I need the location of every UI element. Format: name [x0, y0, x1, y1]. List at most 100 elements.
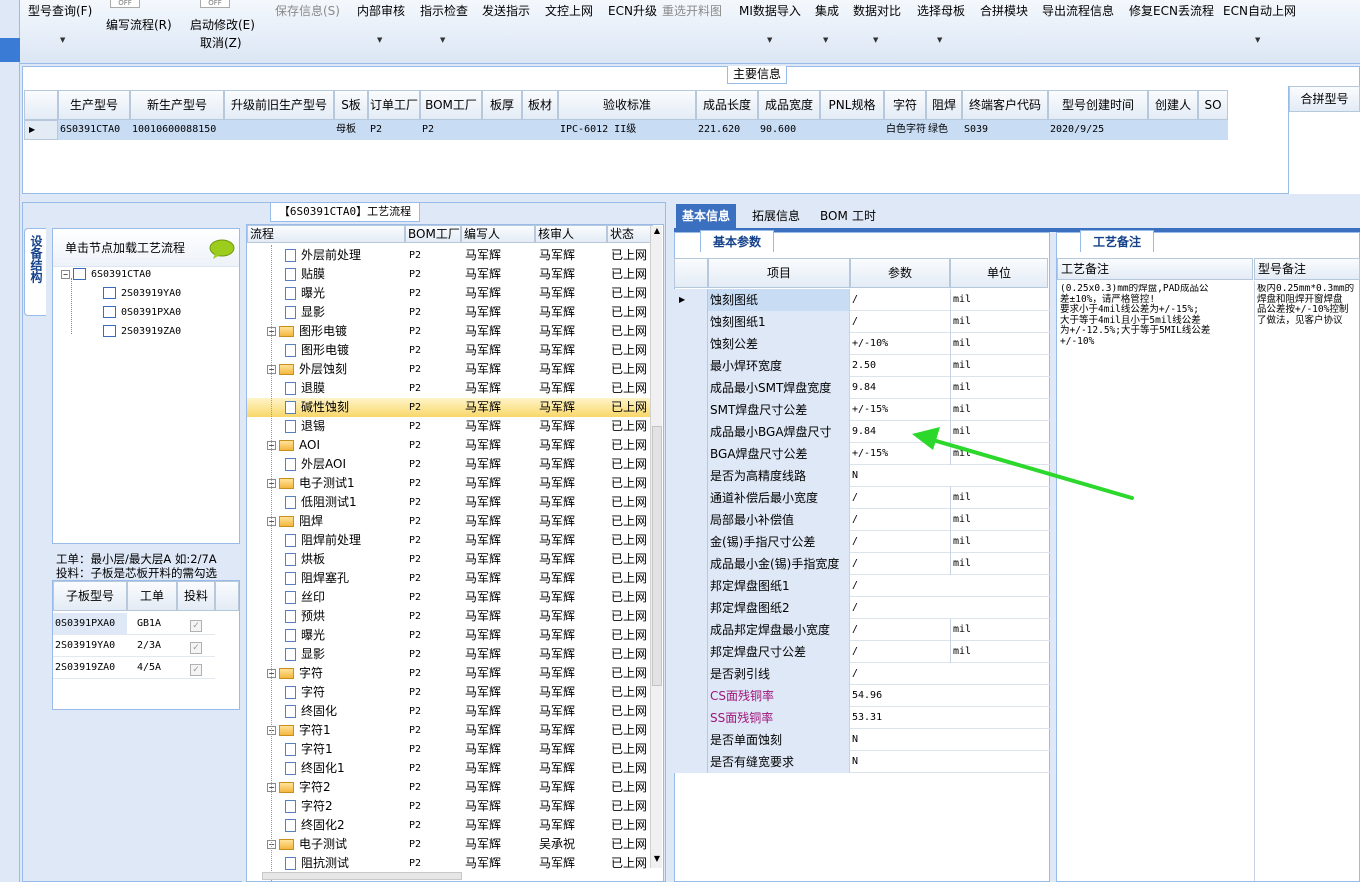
param-value[interactable]: / [852, 575, 948, 597]
sub-order-cell[interactable]: 4/5A [127, 657, 177, 679]
main-info-cell[interactable]: P2 [368, 120, 420, 140]
tab-0[interactable]: 基本信息 [676, 204, 737, 228]
data-compare-button[interactable]: 数据对比 ▼ [853, 2, 901, 44]
param-value[interactable]: / [852, 619, 948, 641]
main-info-cell[interactable]: 10010600088150 [130, 120, 224, 140]
sub-model-cell[interactable]: 2S03919ZA0 [53, 657, 127, 679]
main-col-header[interactable]: 验收标准 [558, 90, 696, 120]
param-value[interactable]: N [852, 729, 948, 751]
main-col-header[interactable]: 成品宽度 [758, 90, 820, 120]
param-row[interactable]: CS面残铜率 54.96 [674, 685, 1050, 707]
tree-node[interactable]: 2S03919YA0 [91, 287, 181, 299]
sub-model-cell[interactable]: 2S03919YA0 [53, 635, 127, 657]
main-col-header[interactable]: BOM工厂 [420, 90, 482, 120]
workflow-row[interactable]: 阻焊塞孔 P2 马军辉 马军辉 已上网 [247, 569, 651, 588]
sub-col-header[interactable]: 投料 [177, 581, 215, 611]
main-col-header[interactable]: 板材 [522, 90, 558, 120]
main-info-cell[interactable] [1198, 120, 1228, 140]
switch-2[interactable]: OFF [200, 0, 230, 8]
model-query-button[interactable]: 型号查询(F) ▼ [28, 2, 92, 44]
param-value[interactable]: +/-10% [852, 333, 948, 355]
sub-model-cell[interactable]: 0S0391PXA0 [53, 613, 127, 635]
workflow-row[interactable]: 阻抗测试 P2 马军辉 马军辉 已上网 [247, 854, 651, 873]
sub-col-header[interactable]: 工单 [127, 581, 177, 611]
param-value[interactable]: / [852, 311, 948, 333]
tab-3[interactable]: 工时 [846, 204, 882, 228]
main-col-header[interactable]: 阻焊 [926, 90, 962, 120]
process-note-text[interactable]: (0.25x0.3)mm的焊盘,PAD成品公 差±10%，请严格管控! 要求小于… [1060, 284, 1252, 364]
workflow-row[interactable]: 丝印 P2 马军辉 马军辉 已上网 [247, 588, 651, 607]
sub-order-cell[interactable]: 2/3A [127, 635, 177, 657]
feed-checkbox-cell[interactable]: ✓ [177, 635, 215, 657]
main-info-cell[interactable] [224, 120, 334, 140]
equipment-structure-tab[interactable]: 设备结构 [24, 228, 46, 316]
main-info-cell[interactable]: 90.600 [758, 120, 820, 140]
reselect-material-button[interactable]: 重选开料图 [662, 2, 722, 19]
param-value[interactable]: / [852, 509, 948, 531]
main-col-header[interactable]: 新生产型号 [130, 90, 224, 120]
switch-1[interactable]: OFF [110, 0, 140, 8]
main-col-header[interactable]: 成品长度 [696, 90, 758, 120]
param-row[interactable]: 成品最小金(锡)手指宽度 / mil [674, 553, 1050, 575]
param-col-header[interactable]: 单位 [950, 258, 1048, 288]
workflow-row[interactable]: 预烘 P2 马军辉 马军辉 已上网 [247, 607, 651, 626]
main-info-cell[interactable] [482, 120, 522, 140]
param-row[interactable]: 邦定焊盘图纸1/ [674, 575, 1050, 597]
export-flow-button[interactable]: 导出流程信息 [1042, 2, 1114, 19]
main-col-header[interactable]: 升级前旧生产型号 [224, 90, 334, 120]
workflow-row[interactable]: − 字符2 P2 马军辉 马军辉 已上网 [247, 778, 651, 797]
internal-review-button[interactable]: 内部审核 ▼ [357, 2, 405, 44]
instruction-check-button[interactable]: 指示检查 ▼ [420, 2, 468, 44]
param-value[interactable]: / [852, 641, 948, 663]
param-row[interactable]: 是否单面蚀刻 N [674, 729, 1050, 751]
param-row[interactable]: 成品最小SMT焊盘宽度 9.84 mil [674, 377, 1050, 399]
param-value[interactable]: 9.84 [852, 377, 948, 399]
param-value[interactable]: / [852, 597, 948, 619]
wf-col-header[interactable]: BOM工厂 [405, 225, 461, 243]
workflow-row[interactable]: 终固化 P2 马军辉 马军辉 已上网 [247, 702, 651, 721]
param-row[interactable]: 邦定焊盘尺寸公差 / mil [674, 641, 1050, 663]
main-info-cell[interactable]: 221.620 [696, 120, 758, 140]
param-value[interactable]: 2.50 [852, 355, 948, 377]
param-value[interactable]: 54.96 [852, 685, 948, 707]
main-col-header[interactable]: SO [1198, 90, 1228, 120]
workflow-row[interactable]: 碱性蚀刻 P2 马军辉 马军辉 已上网 [247, 398, 651, 417]
sub-order-cell[interactable]: GB1A [127, 613, 177, 635]
main-info-cell[interactable]: P2 [420, 120, 482, 140]
param-row[interactable]: 蚀刻图纸1/mil [674, 311, 1050, 333]
workflow-row[interactable]: 图形电镀 P2 马军辉 马军辉 已上网 [247, 341, 651, 360]
feed-checkbox-cell[interactable]: ✓ [177, 657, 215, 679]
model-note-text[interactable]: 板内0.25mm*0.3mm的 焊盘和阻焊开窗焊盘 品公差按+/-10%控制 了… [1257, 284, 1360, 344]
start-modify-button[interactable]: 启动修改(E) [190, 16, 255, 33]
workflow-row[interactable]: − 字符1 P2 马军辉 马军辉 已上网 [247, 721, 651, 740]
workflow-row[interactable]: − 阻焊 P2 马军辉 马军辉 已上网 [247, 512, 651, 531]
sub-col-header[interactable]: 子板型号 [53, 581, 127, 611]
workflow-row[interactable]: 终固化2 P2 马军辉 马军辉 已上网 [247, 816, 651, 835]
param-row[interactable]: SS面残铜率 53.31 [674, 707, 1050, 729]
workflow-row[interactable]: 贴膜 P2 马军辉 马军辉 已上网 [247, 265, 651, 284]
workflow-row[interactable]: 字符1 P2 马军辉 马军辉 已上网 [247, 740, 651, 759]
checkbox-icon[interactable]: ✓ [190, 620, 202, 632]
workflow-row[interactable]: − AOI P2 马军辉 马军辉 已上网 [247, 436, 651, 455]
mi-import-button[interactable]: MI数据导入 ▼ [739, 2, 801, 44]
workflow-row[interactable]: − 字符 P2 马军辉 马军辉 已上网 [247, 664, 651, 683]
param-col-header[interactable]: 参数 [850, 258, 950, 288]
wf-col-header[interactable]: 流程 [247, 225, 405, 243]
main-col-header[interactable]: 板厚 [482, 90, 522, 120]
param-value[interactable]: +/-15% [852, 399, 948, 421]
workflow-row[interactable]: 退膜 P2 马军辉 马军辉 已上网 [247, 379, 651, 398]
main-info-cell[interactable]: IPC-6012 II级 [558, 120, 696, 140]
workflow-row[interactable]: 退锡 P2 马军辉 马军辉 已上网 [247, 417, 651, 436]
workflow-row[interactable]: 字符2 P2 马军辉 马军辉 已上网 [247, 797, 651, 816]
tree-node[interactable]: − 6S0391CTA0 [61, 268, 151, 280]
main-col-header[interactable]: S板 [334, 90, 368, 120]
tab-1[interactable]: 拓展信息 [746, 204, 806, 228]
main-info-cell[interactable] [820, 120, 884, 140]
param-row[interactable]: 邦定焊盘图纸2/ [674, 597, 1050, 619]
main-col-header[interactable]: 字符 [884, 90, 926, 120]
param-col-header[interactable]: 项目 [708, 258, 850, 288]
tree-node[interactable]: 0S0391PXA0 [91, 306, 181, 318]
param-row[interactable]: 最小焊环宽度 2.50 mil [674, 355, 1050, 377]
param-value[interactable]: 53.31 [852, 707, 948, 729]
select-mother-button[interactable]: 选择母板 ▼ [917, 2, 965, 44]
